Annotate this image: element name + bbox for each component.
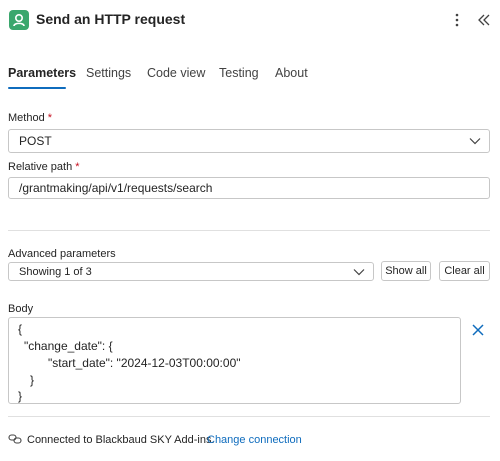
show-all-button[interactable]: Show all: [381, 261, 431, 281]
method-value: POST: [19, 134, 52, 148]
tab-settings[interactable]: Settings: [86, 66, 131, 80]
footer-divider: [8, 416, 490, 417]
tab-code-view[interactable]: Code view: [147, 66, 205, 80]
tab-testing[interactable]: Testing: [219, 66, 259, 80]
code-line: }: [18, 389, 23, 403]
connection-footer: Connected to Blackbaud SKY Add-ins. Chan…: [0, 430, 500, 450]
tab-bar: Parameters Settings Code view Testing Ab…: [0, 62, 500, 90]
more-options-icon[interactable]: [447, 9, 467, 31]
tab-about[interactable]: About: [275, 66, 308, 80]
relative-path-input[interactable]: /grantmaking/api/v1/requests/search: [8, 177, 490, 199]
method-dropdown[interactable]: POST: [8, 129, 490, 153]
panel-title: Send an HTTP request: [36, 11, 186, 27]
code-line: "start_date": "2024-12-03T00:00:00": [48, 356, 241, 370]
connection-status-text: Connected to Blackbaud SKY Add-ins.: [27, 434, 215, 446]
method-label: Method *: [8, 112, 52, 124]
relative-path-label: Relative path *: [8, 161, 80, 173]
connection-link-icon: [8, 434, 22, 444]
change-connection-link[interactable]: Change connection: [207, 434, 302, 446]
connector-app-icon: [9, 10, 29, 30]
body-editor[interactable]: { "change_date": { "start_date": "2024-1…: [8, 317, 461, 404]
advanced-parameters-label: Advanced parameters: [8, 248, 116, 260]
panel-header: Send an HTTP request: [0, 0, 500, 40]
clear-all-button[interactable]: Clear all: [439, 261, 490, 281]
code-line: }: [30, 373, 35, 387]
remove-body-icon[interactable]: [470, 322, 486, 338]
advanced-parameters-dropdown[interactable]: Showing 1 of 3: [8, 262, 374, 281]
relative-path-value: /grantmaking/api/v1/requests/search: [19, 181, 213, 195]
tab-parameters[interactable]: Parameters: [8, 66, 76, 80]
code-line: "change_date": {: [24, 339, 113, 353]
code-line: {: [18, 322, 23, 336]
required-mark: *: [75, 161, 80, 173]
collapse-panel-icon[interactable]: [473, 9, 495, 31]
section-divider: [8, 230, 490, 231]
chevron-down-icon: [469, 138, 481, 145]
active-tab-indicator: [8, 87, 66, 89]
relative-path-label-text: Relative path: [8, 161, 73, 173]
chevron-down-icon: [353, 268, 365, 275]
required-mark: *: [47, 112, 53, 124]
method-label-text: Method: [8, 112, 45, 124]
advanced-parameters-value: Showing 1 of 3: [19, 265, 92, 278]
body-label: Body: [8, 303, 34, 315]
